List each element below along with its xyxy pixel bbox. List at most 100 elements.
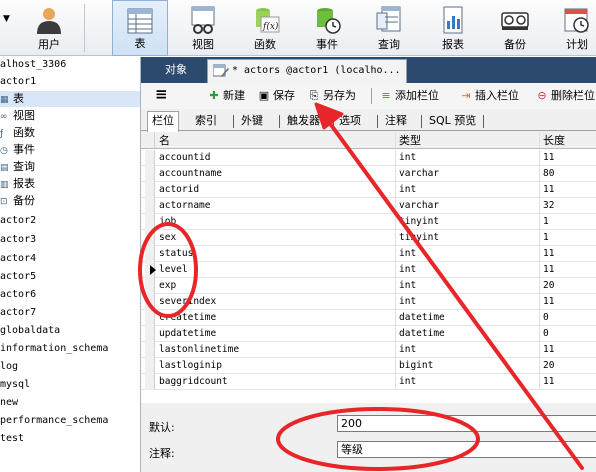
field-name-cell[interactable]: actorname xyxy=(156,198,396,214)
field-length-cell[interactable]: 20 xyxy=(540,358,596,374)
toolbar-table-button[interactable]: 表 xyxy=(112,0,168,56)
save-as-button[interactable]: ⎘ 另存为 xyxy=(307,87,356,105)
field-type-cell[interactable]: int xyxy=(396,294,540,310)
field-type-cell[interactable]: tinyint xyxy=(396,214,540,230)
tree-item-database[interactable]: log xyxy=(0,359,18,375)
tree-item-database[interactable]: actor4 xyxy=(0,251,36,267)
tree-item-database[interactable]: performance_schema xyxy=(0,413,108,429)
field-length-cell[interactable]: 80 xyxy=(540,166,596,182)
toolbar-report-button[interactable]: 报表 xyxy=(424,0,482,56)
tab-indexes[interactable]: 索引 xyxy=(191,112,221,131)
tree-item-database[interactable]: actor6 xyxy=(0,287,36,303)
field-name-cell[interactable]: severindex xyxy=(156,294,396,310)
column-header-name[interactable]: 名 xyxy=(156,132,396,148)
field-length-cell[interactable]: 32 xyxy=(540,198,596,214)
field-length-cell[interactable]: 0 xyxy=(540,310,596,326)
field-type-cell[interactable]: datetime xyxy=(396,310,540,326)
tree-item-database[interactable]: new xyxy=(0,395,18,411)
field-name-cell[interactable]: accountname xyxy=(156,166,396,182)
tree-item-database[interactable]: mysql xyxy=(0,377,30,393)
menu-icon[interactable]: ≡ xyxy=(155,85,168,103)
field-name-cell[interactable]: lastloginip xyxy=(156,358,396,374)
field-length-cell[interactable]: 11 xyxy=(540,150,596,166)
field-type-cell[interactable]: varchar xyxy=(396,166,540,182)
save-button[interactable]: ▣ 保存 xyxy=(257,87,295,105)
field-length-cell[interactable]: 11 xyxy=(540,262,596,278)
tree-item-database[interactable]: actor1 xyxy=(0,74,36,90)
field-length-cell[interactable]: 11 xyxy=(540,342,596,358)
table-row[interactable]: sex tinyint 1 xyxy=(141,230,596,246)
field-type-cell[interactable]: int xyxy=(396,278,540,294)
tree-item-events[interactable]: ◷ 事件 xyxy=(0,142,35,158)
tree-item-connection[interactable]: alhost_3306 xyxy=(0,57,66,73)
tab-table-design[interactable]: * actors @actor1 (localho... xyxy=(207,59,407,83)
field-type-cell[interactable]: int xyxy=(396,374,540,390)
table-row[interactable]: lastloginip bigint 20 xyxy=(141,358,596,374)
field-name-cell[interactable]: actorid xyxy=(156,182,396,198)
field-name-cell[interactable]: lastonlinetime xyxy=(156,342,396,358)
tab-objects[interactable]: 对象 xyxy=(149,59,205,83)
tree-item-tables[interactable]: ▦ 表 xyxy=(0,91,140,107)
field-name-cell[interactable]: job xyxy=(156,214,396,230)
field-type-cell[interactable]: bigint xyxy=(396,358,540,374)
field-length-cell[interactable]: 20 xyxy=(540,278,596,294)
field-length-cell[interactable]: 11 xyxy=(540,246,596,262)
table-row[interactable]: severindex int 11 xyxy=(141,294,596,310)
table-row[interactable]: lastonlinetime int 11 xyxy=(141,342,596,358)
field-length-cell[interactable]: 11 xyxy=(540,182,596,198)
field-name-cell[interactable]: exp xyxy=(156,278,396,294)
tab-options[interactable]: 选项 xyxy=(335,112,365,131)
tree-item-backups[interactable]: ⊡ 备份 xyxy=(0,193,35,209)
table-row[interactable]: actorname varchar 32 xyxy=(141,198,596,214)
field-name-cell[interactable]: accountid xyxy=(156,150,396,166)
tree-item-views[interactable]: ∞ 视图 xyxy=(0,108,35,124)
tab-comment[interactable]: 注释 xyxy=(381,112,411,131)
toolbar-schedule-button[interactable]: 计划 xyxy=(548,0,596,56)
field-type-cell[interactable]: datetime xyxy=(396,326,540,342)
toolbar-function-button[interactable]: f(x) 函数 xyxy=(236,0,294,56)
field-type-cell[interactable]: int xyxy=(396,150,540,166)
tree-item-database[interactable]: actor2 xyxy=(0,213,36,229)
tree-item-database[interactable]: actor7 xyxy=(0,305,36,321)
tree-item-database[interactable]: globaldata xyxy=(0,323,60,339)
toolbar-query-button[interactable]: 查询 xyxy=(360,0,418,56)
toolbar-overflow-icon[interactable]: ▼ xyxy=(3,14,10,24)
field-type-cell[interactable]: int xyxy=(396,262,540,278)
table-row[interactable]: accountname varchar 80 xyxy=(141,166,596,182)
tree-item-reports[interactable]: ▥ 报表 xyxy=(0,176,35,192)
field-type-cell[interactable]: varchar xyxy=(396,198,540,214)
field-type-cell[interactable]: int xyxy=(396,182,540,198)
tree-item-functions[interactable]: ƒ 函数 xyxy=(0,125,35,141)
field-name-cell[interactable]: sex xyxy=(156,230,396,246)
field-name-cell[interactable]: level xyxy=(156,262,396,278)
field-name-cell[interactable]: baggridcount xyxy=(156,374,396,390)
table-row[interactable]: updatetime datetime 0 xyxy=(141,326,596,342)
field-type-cell[interactable]: int xyxy=(396,342,540,358)
field-length-cell[interactable]: 1 xyxy=(540,214,596,230)
field-length-cell[interactable]: 1 xyxy=(540,230,596,246)
toolbar-view-button[interactable]: 视图 xyxy=(174,0,232,56)
toolbar-backup-button[interactable]: 备份 xyxy=(486,0,544,56)
field-length-cell[interactable]: 11 xyxy=(540,294,596,310)
tab-triggers[interactable]: 触发器 xyxy=(283,112,324,131)
add-column-button[interactable]: ≡ 添加栏位 xyxy=(379,87,439,105)
field-name-cell[interactable]: updatetime xyxy=(156,326,396,342)
tab-fields[interactable]: 栏位 xyxy=(147,111,179,132)
field-type-cell[interactable]: int xyxy=(396,246,540,262)
table-row[interactable]: baggridcount int 11 xyxy=(141,374,596,390)
tree-item-queries[interactable]: ▤ 查询 xyxy=(0,159,35,175)
insert-column-button[interactable]: ⇥ 插入栏位 xyxy=(459,87,519,105)
table-row[interactable]: job tinyint 1 xyxy=(141,214,596,230)
tab-foreign-keys[interactable]: 外键 xyxy=(237,112,267,131)
tab-sql-preview[interactable]: SQL 预览 xyxy=(425,112,480,131)
delete-column-button[interactable]: ⊖ 删除栏位 xyxy=(535,87,595,105)
field-length-cell[interactable]: 0 xyxy=(540,326,596,342)
table-row-current[interactable]: level int 11 xyxy=(141,262,596,278)
column-header-type[interactable]: 类型 xyxy=(396,132,540,148)
tree-item-database[interactable]: actor5 xyxy=(0,269,36,285)
toolbar-event-button[interactable]: 事件 xyxy=(298,0,356,56)
new-button[interactable]: ✚ 新建 xyxy=(207,87,245,105)
table-row[interactable]: actorid int 11 xyxy=(141,182,596,198)
default-value-field[interactable]: 200 xyxy=(337,415,596,432)
column-header-length[interactable]: 长度 xyxy=(540,132,596,148)
